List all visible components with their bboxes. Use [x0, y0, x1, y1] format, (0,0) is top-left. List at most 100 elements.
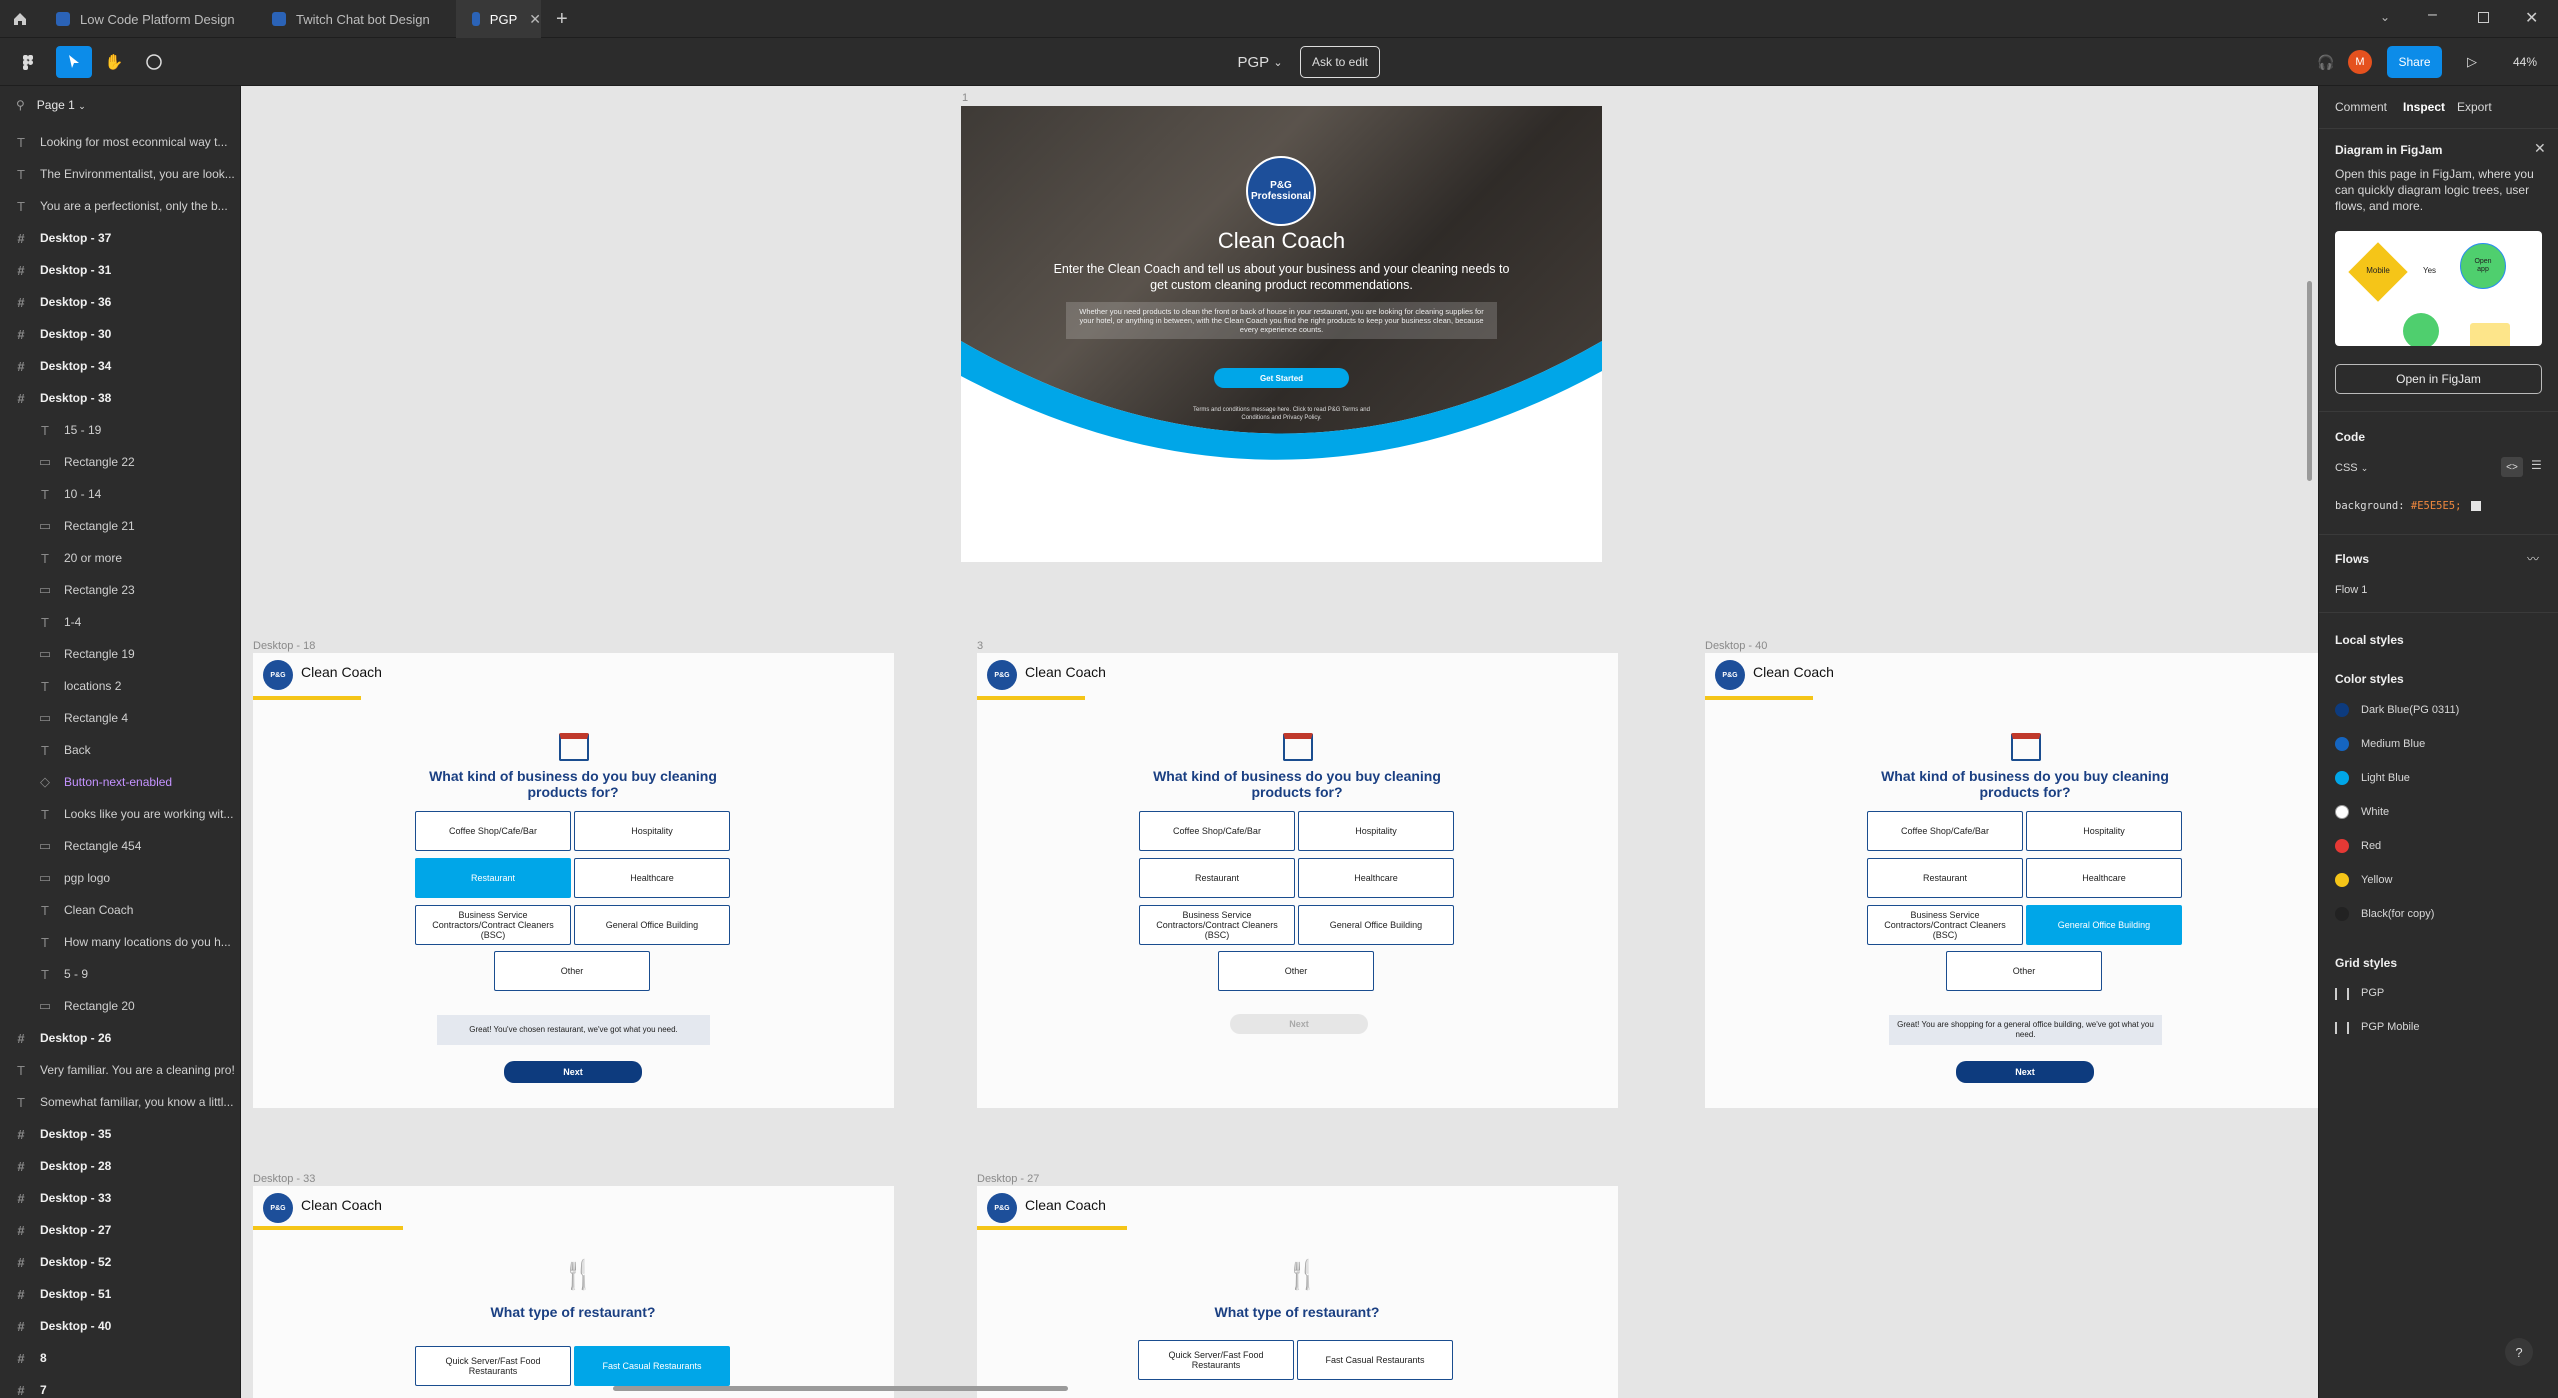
business-option[interactable]: Restaurant: [1139, 858, 1295, 898]
new-tab-icon[interactable]: +: [556, 8, 568, 31]
zoom-level[interactable]: 44%: [2500, 46, 2550, 78]
frame-business-question[interactable]: P&G Clean Coach What kind of business do y…: [1705, 653, 2318, 1108]
frame-business-question[interactable]: P&G Clean Coach What kind of business do y…: [977, 653, 1618, 1108]
tab-export[interactable]: Export: [2457, 100, 2492, 114]
code-language-select[interactable]: CSS ⌄: [2335, 462, 2368, 474]
ask-to-edit-button[interactable]: Ask to edit: [1300, 46, 1380, 78]
layer-row[interactable]: # Desktop - 37: [0, 222, 240, 254]
layer-row[interactable]: T 10 - 14: [0, 478, 240, 510]
business-option[interactable]: Hospitality: [1298, 811, 1454, 851]
next-button-disabled[interactable]: Next: [1230, 1014, 1368, 1034]
layer-row[interactable]: # Desktop - 34: [0, 350, 240, 382]
frame-label[interactable]: Desktop - 33: [253, 1173, 315, 1185]
next-button[interactable]: Next: [504, 1061, 642, 1083]
business-option[interactable]: Restaurant: [415, 858, 571, 898]
color-style-name[interactable]: Red: [2361, 840, 2381, 852]
layer-row[interactable]: # Desktop - 51: [0, 1278, 240, 1310]
layer-row[interactable]: # Desktop - 28: [0, 1150, 240, 1182]
layer-row[interactable]: ▭ Rectangle 23: [0, 574, 240, 606]
list-view-icon[interactable]: ☰: [2531, 458, 2542, 472]
business-option[interactable]: General Office Building: [2026, 905, 2182, 945]
business-option[interactable]: Healthcare: [2026, 858, 2182, 898]
color-style-name[interactable]: Yellow: [2361, 874, 2392, 886]
layer-row[interactable]: T 20 or more: [0, 542, 240, 574]
business-option[interactable]: Hospitality: [2026, 811, 2182, 851]
tab-pgp[interactable]: PGP ✕: [456, 0, 541, 38]
file-name[interactable]: PGP ⌄: [1225, 46, 1295, 78]
comment-tool-icon[interactable]: [136, 46, 172, 78]
layer-row[interactable]: ▭ Rectangle 22: [0, 446, 240, 478]
code-snippet[interactable]: background: #E5E5E5;: [2335, 500, 2481, 512]
business-option[interactable]: Restaurant: [1867, 858, 2023, 898]
layer-row[interactable]: T 15 - 19: [0, 414, 240, 446]
layer-row[interactable]: T Very familiar. You are a cleaning pro!: [0, 1054, 240, 1086]
frame-label[interactable]: 1: [962, 92, 968, 104]
next-button[interactable]: Next: [1956, 1061, 2094, 1083]
layer-row[interactable]: T 1-4: [0, 606, 240, 638]
business-option[interactable]: Coffee Shop/Cafe/Bar: [1867, 811, 2023, 851]
color-style-name[interactable]: White: [2361, 806, 2389, 818]
layer-row[interactable]: T You are a perfectionist, only the b...: [0, 190, 240, 222]
color-style-name[interactable]: Light Blue: [2361, 772, 2410, 784]
business-option[interactable]: Business Service Contractors/Contract Cl…: [1867, 905, 2023, 945]
chevron-down-icon[interactable]: ⌄: [2380, 10, 2390, 24]
frame-label[interactable]: Desktop - 18: [253, 640, 315, 652]
code-view-icon[interactable]: <>: [2501, 457, 2523, 477]
restaurant-option[interactable]: Quick Server/Fast Food Restaurants: [1138, 1340, 1294, 1380]
tab-inspect[interactable]: Inspect: [2403, 100, 2445, 114]
business-option[interactable]: Business Service Contractors/Contract Cl…: [1139, 905, 1295, 945]
business-option[interactable]: Coffee Shop/Cafe/Bar: [1139, 811, 1295, 851]
page-selector[interactable]: ⚲ Page 1 ⌄: [16, 98, 86, 112]
horizontal-scrollbar[interactable]: [613, 1386, 1068, 1391]
business-option[interactable]: Healthcare: [1298, 858, 1454, 898]
layer-row[interactable]: # Desktop - 52: [0, 1246, 240, 1278]
frame-hero[interactable]: P&G Professional Clean Coach Enter the C…: [961, 106, 1602, 562]
get-started-button[interactable]: Get Started: [1214, 368, 1349, 388]
tab-comment[interactable]: Comment: [2335, 100, 2387, 114]
business-option[interactable]: Hospitality: [574, 811, 730, 851]
layer-row[interactable]: T 5 - 9: [0, 958, 240, 990]
frame-restaurant-question[interactable]: P&G Clean Coach 🍴 What type of restaurant? Q…: [253, 1186, 894, 1398]
restaurant-option[interactable]: Fast Casual Restaurants: [574, 1346, 730, 1386]
tab-low-code[interactable]: Low Code Platform Design: [40, 0, 255, 38]
hero-legal[interactable]: Terms and conditions message here. Click…: [1181, 406, 1382, 422]
grid-style-name[interactable]: PGP Mobile: [2361, 1021, 2420, 1033]
frame-business-question[interactable]: P&G Clean Coach What kind of business do y…: [253, 653, 894, 1108]
business-option[interactable]: Other: [1946, 951, 2102, 991]
search-icon[interactable]: ⚲: [16, 98, 25, 112]
layer-row[interactable]: T The Environmentalist, you are look...: [0, 158, 240, 190]
design-canvas[interactable]: 1 P&G Professional Clean Coach Enter the…: [241, 86, 2318, 1398]
layer-row[interactable]: T Back: [0, 734, 240, 766]
layer-row[interactable]: # Desktop - 38: [0, 382, 240, 414]
headphones-icon[interactable]: 🎧: [2312, 46, 2340, 78]
business-option[interactable]: Other: [1218, 951, 1374, 991]
layer-row[interactable]: # Desktop - 40: [0, 1310, 240, 1342]
color-style-name[interactable]: Dark Blue(PG 0311): [2361, 704, 2459, 716]
frame-label[interactable]: Desktop - 40: [1705, 640, 1767, 652]
avatar[interactable]: M: [2348, 50, 2372, 74]
layer-row[interactable]: #8: [0, 1342, 240, 1374]
layer-row[interactable]: Tlocations 2: [0, 670, 240, 702]
vertical-scrollbar[interactable]: [2307, 281, 2312, 481]
move-tool-icon[interactable]: [56, 46, 92, 78]
layer-row[interactable]: # Desktop - 31: [0, 254, 240, 286]
layer-row[interactable]: #7: [0, 1374, 240, 1398]
layer-row[interactable]: # Desktop - 30: [0, 318, 240, 350]
layer-row[interactable]: # Desktop - 33: [0, 1182, 240, 1214]
business-option[interactable]: Healthcare: [574, 858, 730, 898]
frame-restaurant-question[interactable]: P&G Clean Coach 🍴 What type of restaurant? Q…: [977, 1186, 1618, 1398]
grid-style-name[interactable]: PGP: [2361, 987, 2384, 999]
business-option[interactable]: Coffee Shop/Cafe/Bar: [415, 811, 571, 851]
share-button[interactable]: Share: [2387, 46, 2442, 78]
frame-label[interactable]: 3: [977, 640, 983, 652]
business-option[interactable]: General Office Building: [574, 905, 730, 945]
layer-row[interactable]: ◇ Button-next-enabled: [0, 766, 240, 798]
layer-row[interactable]: ▭ Rectangle 21: [0, 510, 240, 542]
figma-menu-icon[interactable]: [10, 46, 46, 78]
flow-item[interactable]: Flow 1: [2335, 584, 2367, 596]
tab-twitch[interactable]: Twitch Chat bot Design: [256, 0, 456, 38]
business-option[interactable]: Business Service Contractors/Contract Cl…: [415, 905, 571, 945]
layer-row[interactable]: T How many locations do you h...: [0, 926, 240, 958]
color-style-name[interactable]: Medium Blue: [2361, 738, 2425, 750]
layer-row[interactable]: ▭ pgp logo: [0, 862, 240, 894]
